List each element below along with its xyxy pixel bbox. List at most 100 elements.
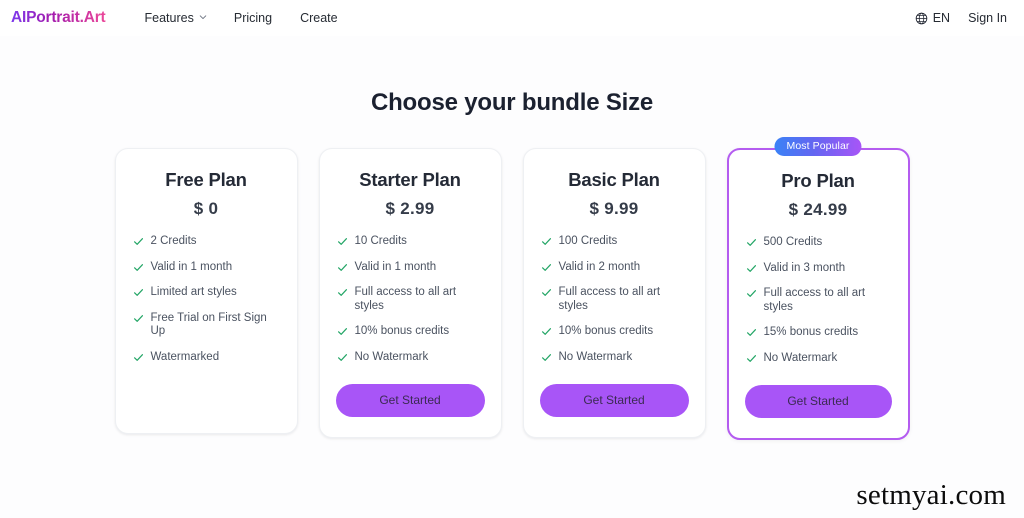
nav-item-label: Pricing — [233, 11, 273, 25]
nav-item-features[interactable]: Features — [131, 7, 220, 29]
cta-slot: Get Started — [539, 364, 689, 418]
cta-slot: Get Started — [744, 365, 892, 419]
site-watermark: setmyai.com — [856, 479, 1006, 511]
language-label: EN — [932, 11, 951, 25]
main-nav: Features Pricing Create — [131, 7, 352, 29]
feature-label: Limited art styles — [150, 286, 237, 299]
check-icon — [746, 237, 757, 248]
feature-label: 500 Credits — [763, 236, 823, 248]
check-icon — [746, 327, 757, 338]
feature-item: Watermarked — [133, 351, 281, 364]
feature-label: No Watermark — [763, 352, 838, 365]
plan-price: $ 9.99 — [589, 199, 639, 218]
get-started-button[interactable]: Get Started — [744, 385, 892, 419]
feature-item: 10% bonus credits — [337, 325, 485, 338]
get-started-button[interactable]: Get Started — [335, 384, 485, 418]
feature-item: 100 Credits — [541, 235, 689, 248]
pricing-card-body: Pro Plan $ 24.99 500 Credits Valid in 3 … — [726, 148, 910, 441]
feature-label: Valid in 1 month — [354, 260, 437, 273]
check-icon — [133, 313, 144, 324]
feature-label: Full access to all art styles — [763, 287, 866, 313]
feature-label: Valid in 1 month — [150, 260, 233, 273]
pricing-card-body: Free Plan $ 0 2 Credits Valid in 1 month… — [114, 148, 298, 434]
feature-item: No Watermark — [541, 351, 689, 364]
feature-item: Valid in 1 month — [133, 261, 281, 274]
check-icon — [541, 262, 552, 273]
feature-label: Watermarked — [150, 351, 220, 364]
pricing-card-starter: Starter Plan $ 2.99 10 Credits Valid in … — [318, 148, 502, 439]
check-icon — [337, 352, 348, 363]
pricing-card-body: Starter Plan $ 2.99 10 Credits Valid in … — [318, 148, 502, 439]
cta-slot: Get Started — [335, 364, 485, 418]
check-icon — [541, 352, 552, 363]
chevron-down-icon — [199, 13, 207, 20]
feature-item: Limited art styles — [133, 286, 281, 299]
feature-item: Valid in 3 month — [746, 262, 892, 275]
check-icon — [541, 326, 552, 337]
cta-slot-empty — [132, 393, 281, 413]
get-started-button[interactable]: Get Started — [539, 384, 689, 418]
check-icon — [541, 287, 552, 298]
feature-item: 10% bonus credits — [541, 325, 689, 338]
feature-item: Free Trial on First Sign Up — [133, 312, 281, 338]
feature-label: 2 Credits — [150, 235, 197, 247]
most-popular-badge: Most Popular — [774, 137, 862, 156]
check-icon — [133, 287, 144, 298]
feature-label: Full access to all art styles — [558, 286, 661, 312]
check-icon — [337, 262, 348, 273]
feature-label: Valid in 3 month — [763, 261, 846, 274]
feature-label: 100 Credits — [558, 235, 618, 247]
feature-label: No Watermark — [354, 351, 429, 364]
feature-item: No Watermark — [746, 352, 892, 365]
check-icon — [541, 236, 552, 247]
globe-icon — [915, 12, 928, 25]
pricing-cards: Free Plan $ 0 2 Credits Valid in 1 month… — [0, 137, 1024, 441]
feature-label: No Watermark — [558, 351, 633, 364]
nav-item-create[interactable]: Create — [286, 7, 352, 29]
check-icon — [746, 263, 757, 274]
check-icon — [746, 288, 757, 299]
nav-item-label: Create — [300, 11, 338, 25]
feature-item: Full access to all art styles — [746, 287, 892, 313]
pricing-card-pro: Most Popular Pro Plan $ 24.99 500 Credit… — [726, 137, 910, 441]
plan-price: $ 0 — [193, 199, 219, 218]
pricing-card-basic: Basic Plan $ 9.99 100 Credits Valid in 2… — [522, 148, 706, 439]
plan-price: $ 24.99 — [788, 200, 848, 219]
feature-item: Valid in 2 month — [541, 261, 689, 274]
nav-item-pricing[interactable]: Pricing — [220, 7, 286, 29]
feature-list: 10 Credits Valid in 1 month Full access … — [336, 235, 485, 364]
feature-label: Full access to all art styles — [354, 286, 457, 312]
feature-label: 15% bonus credits — [763, 326, 859, 339]
feature-item: 2 Credits — [133, 235, 281, 248]
plan-name: Free Plan — [165, 169, 247, 190]
check-icon — [337, 287, 348, 298]
feature-list: 500 Credits Valid in 3 month Full access… — [745, 236, 892, 365]
plan-name: Basic Plan — [568, 169, 660, 190]
feature-item: Valid in 1 month — [337, 261, 485, 274]
feature-list: 100 Credits Valid in 2 month Full access… — [540, 235, 689, 364]
check-icon — [133, 352, 144, 363]
check-icon — [337, 236, 348, 247]
language-selector[interactable]: EN — [915, 11, 950, 25]
feature-item: 500 Credits — [746, 236, 892, 249]
feature-list: 2 Credits Valid in 1 month Limited art s… — [132, 235, 281, 364]
plan-name: Pro Plan — [781, 170, 855, 191]
check-icon — [133, 262, 144, 273]
feature-item: 15% bonus credits — [746, 326, 892, 339]
feature-item: 10 Credits — [337, 235, 485, 248]
plan-price: $ 2.99 — [385, 199, 435, 218]
plan-name: Starter Plan — [359, 169, 461, 190]
feature-label: Free Trial on First Sign Up — [150, 312, 267, 338]
check-icon — [746, 353, 757, 364]
check-icon — [133, 236, 144, 247]
page-title: Choose your bundle Size — [370, 89, 654, 116]
feature-label: Valid in 2 month — [558, 260, 641, 273]
logo[interactable]: AIPortrait.Art — [11, 9, 106, 27]
feature-item: Full access to all art styles — [541, 286, 689, 312]
feature-label: 10% bonus credits — [354, 325, 450, 338]
pricing-card-free: Free Plan $ 0 2 Credits Valid in 1 month… — [114, 148, 298, 434]
check-icon — [337, 326, 348, 337]
feature-label: 10% bonus credits — [558, 325, 654, 338]
nav-item-label: Features — [144, 11, 194, 25]
sign-in-button[interactable]: Sign In — [968, 11, 1007, 25]
